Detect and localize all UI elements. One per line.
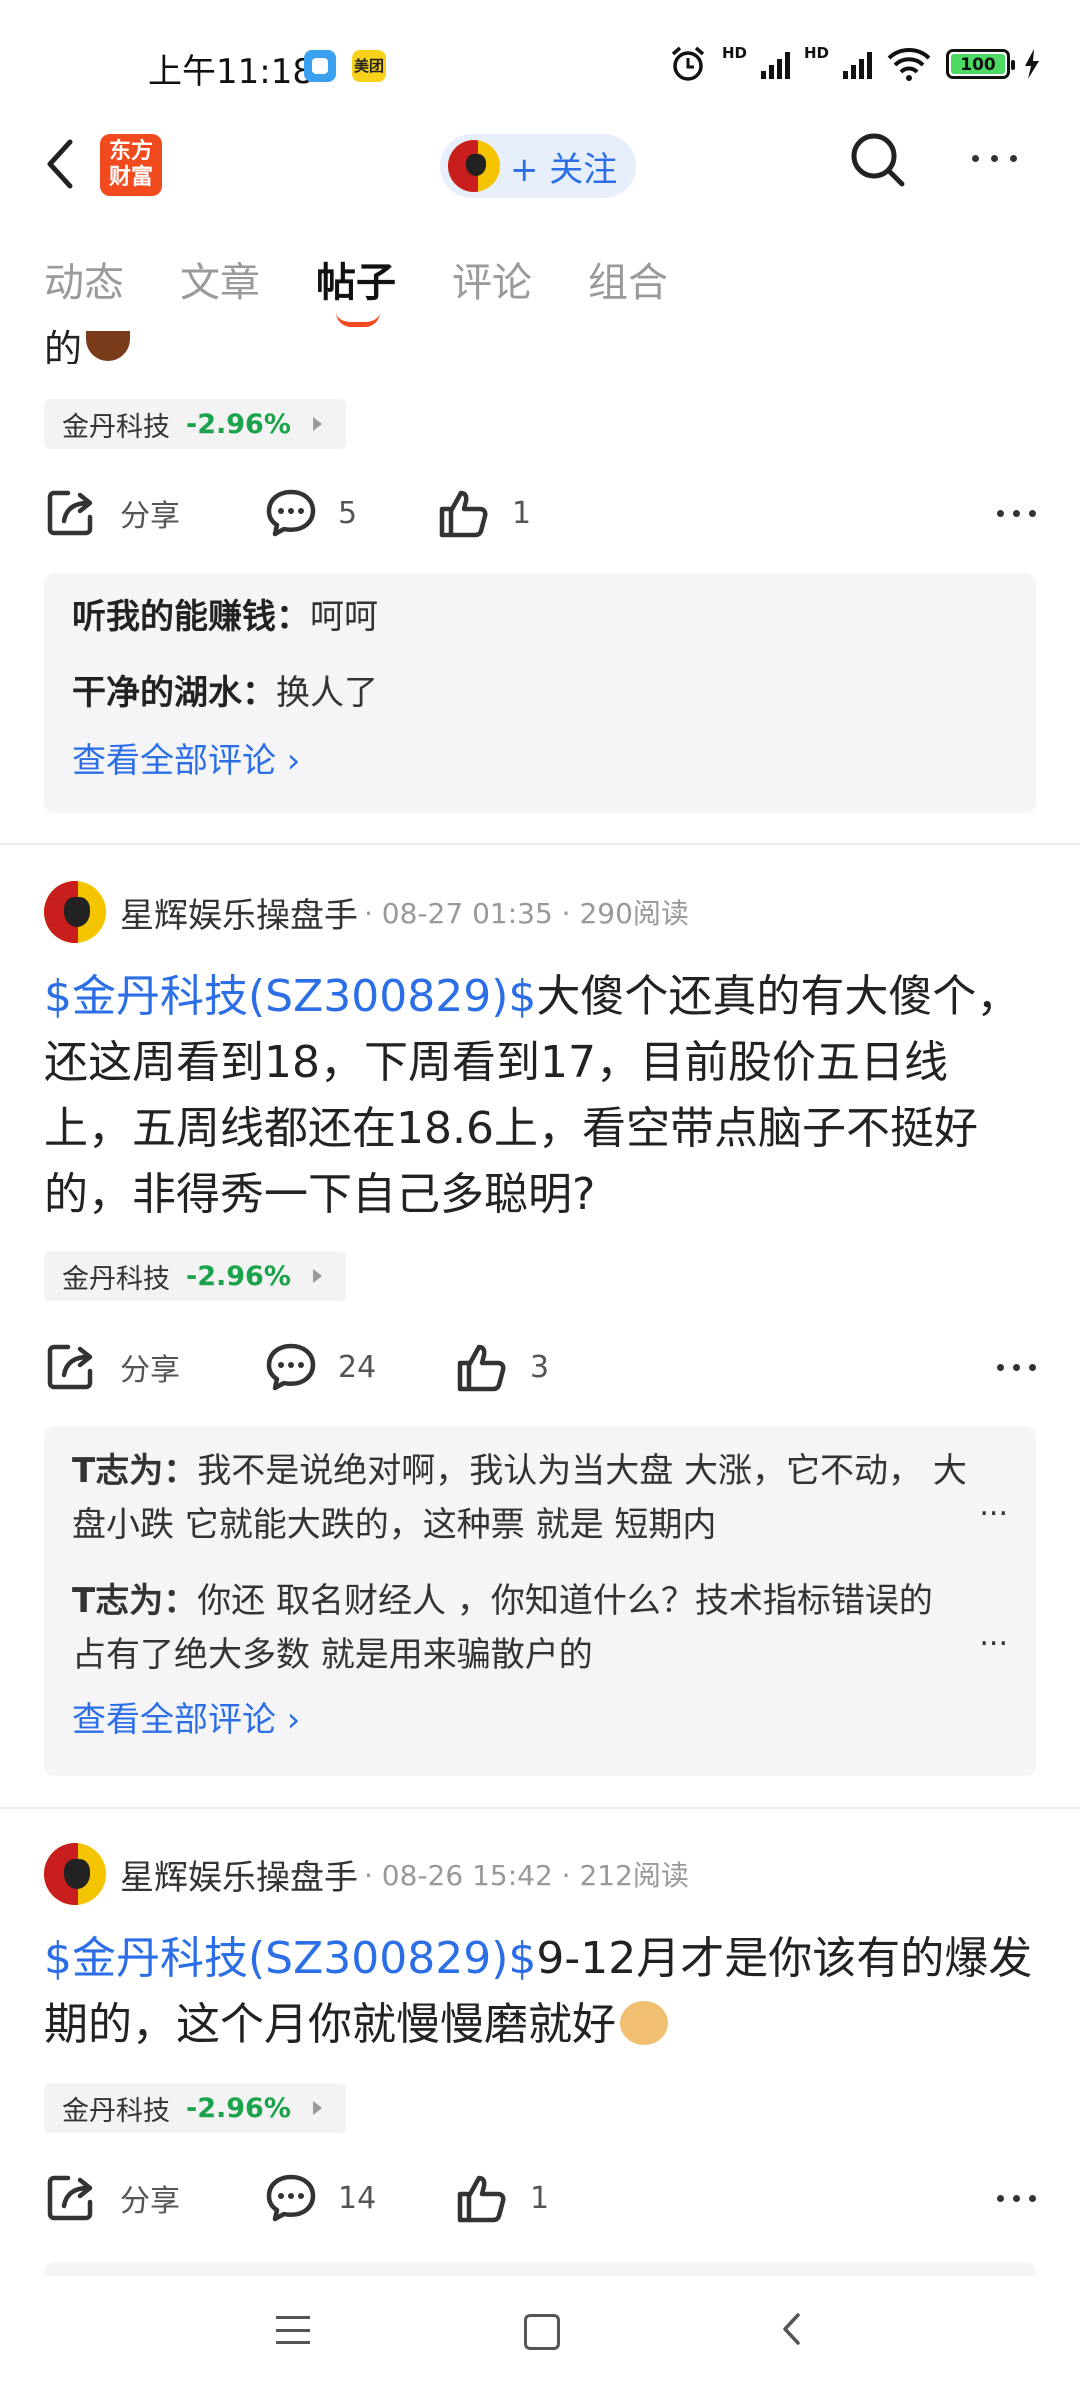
more-options-icon[interactable] xyxy=(972,148,1028,168)
home-icon[interactable] xyxy=(524,2314,560,2350)
user-avatar xyxy=(448,140,500,192)
tab-dynamics[interactable]: 动态 xyxy=(44,250,124,308)
share-button[interactable]: 分享 xyxy=(44,1339,264,1395)
post-more-icon[interactable] xyxy=(997,2194,1036,2202)
search-icon[interactable] xyxy=(848,130,908,190)
tab-comments[interactable]: 评论 xyxy=(452,250,532,308)
comment-item[interactable]: 干净的湖水：换人了 xyxy=(72,667,1008,719)
like-button[interactable]: 1 xyxy=(454,2170,549,2226)
comment-icon xyxy=(266,489,316,537)
stock-tag[interactable]: 金丹科技 -2.96% xyxy=(44,399,346,449)
hd-label-1: HD xyxy=(721,44,747,62)
post-body[interactable]: $金丹科技(SZ300829)$大傻个还真的有大傻个，还这周看到18，下周看到1… xyxy=(44,964,1034,1228)
play-arrow-icon xyxy=(312,417,322,431)
author-name[interactable]: 星辉娱乐操盘手 xyxy=(120,888,358,937)
post-header: 星辉娱乐操盘手 · 08-26 15:42 · 212阅读 xyxy=(44,1842,689,1906)
laughing-emoji-icon xyxy=(86,330,131,361)
profile-tabs: 动态 文章 帖子 评论 组合 xyxy=(44,250,724,308)
wifi-icon xyxy=(887,48,931,81)
thumbs-up-icon xyxy=(457,1344,506,1392)
charging-icon xyxy=(1025,49,1039,79)
comment-preview-edge xyxy=(44,2262,1036,2276)
comment-button[interactable]: 5 xyxy=(264,486,436,540)
post-actions: 分享 5 1 xyxy=(44,478,1044,548)
tab-portfolios[interactable]: 组合 xyxy=(588,250,668,308)
see-all-comments-link[interactable]: 查看全部评论 › xyxy=(72,1690,1008,1750)
alarm-icon xyxy=(671,46,705,81)
stock-symbol-link[interactable]: $金丹科技(SZ300829)$ xyxy=(44,1933,536,1984)
share-icon xyxy=(47,2175,93,2221)
comment-preview: T志为：我不是说绝对啊，我认为当大盘 大涨，它不动， 大盘小跌 它就能大跌的，这… xyxy=(44,1426,1036,1776)
follow-label: + 关注 xyxy=(510,149,618,190)
app-notification-icon xyxy=(304,50,336,82)
post-meta: · 08-26 15:42 · 212阅读 xyxy=(364,1859,689,1892)
post-actions: 分享 24 3 xyxy=(44,1332,1044,1402)
comment-item[interactable]: T志为：你还 取名财经人 ，你知道什么？技术指标错误的 占有了绝大多数 就是用来… xyxy=(72,1574,1008,1682)
battery-icon: 100 xyxy=(946,49,1015,79)
post-actions: 分享 14 1 xyxy=(44,2163,1044,2233)
post-meta: · 08-27 01:35 · 290阅读 xyxy=(364,897,689,930)
share-icon xyxy=(47,1344,93,1390)
share-icon xyxy=(47,490,93,536)
status-icons: HD HD 100 xyxy=(668,44,1040,84)
post-body[interactable]: $金丹科技(SZ300829)$9-12月才是你该有的爆发期的，这个月你就慢慢磨… xyxy=(44,1926,1034,2058)
recent-apps-icon[interactable] xyxy=(276,2316,310,2344)
divider xyxy=(0,1807,1080,1809)
comment-button[interactable]: 14 xyxy=(264,2171,454,2225)
author-name[interactable]: 星辉娱乐操盘手 xyxy=(120,1850,358,1899)
signal-icon-2 xyxy=(843,49,872,79)
nav-back-icon[interactable] xyxy=(780,2312,804,2346)
play-arrow-icon xyxy=(312,1269,322,1283)
thumbs-up-icon xyxy=(439,490,488,538)
thumbs-up-icon xyxy=(457,2175,506,2223)
comment-item[interactable]: T志为：我不是说绝对啊，我认为当大盘 大涨，它不动， 大盘小跌 它就能大跌的，这… xyxy=(72,1444,1008,1552)
play-arrow-icon xyxy=(312,2101,322,2115)
status-bar: 上午11:18 美团 HD HD 100 xyxy=(0,0,1080,130)
comment-ellipsis: ... xyxy=(979,1488,1008,1523)
post-more-icon[interactable] xyxy=(997,1363,1036,1371)
post-more-icon[interactable] xyxy=(997,509,1036,517)
comment-preview: 听我的能赚钱：呵呵 干净的湖水：换人了 查看全部评论 › xyxy=(44,573,1036,813)
back-icon[interactable] xyxy=(40,136,80,192)
author-avatar[interactable] xyxy=(44,881,106,943)
like-button[interactable]: 3 xyxy=(454,1339,549,1395)
comment-ellipsis: ... xyxy=(979,1618,1008,1653)
comment-item[interactable]: 听我的能赚钱：呵呵 xyxy=(72,591,1008,643)
comment-button[interactable]: 24 xyxy=(264,1340,454,1394)
post-header: 星辉娱乐操盘手 · 08-27 01:35 · 290阅读 xyxy=(44,880,689,944)
like-button[interactable]: 1 xyxy=(436,485,531,541)
stock-tag[interactable]: 金丹科技 -2.96% xyxy=(44,1251,346,1301)
hd-label-2: HD xyxy=(803,44,829,62)
active-tab-indicator xyxy=(336,312,380,327)
tab-articles[interactable]: 文章 xyxy=(180,250,260,308)
divider xyxy=(0,843,1080,845)
share-button[interactable]: 分享 xyxy=(44,2170,264,2226)
stock-tag[interactable]: 金丹科技 -2.96% xyxy=(44,2083,346,2133)
comment-icon xyxy=(266,2174,316,2222)
author-avatar[interactable] xyxy=(44,1843,106,1905)
follow-button[interactable]: + 关注 xyxy=(440,134,636,198)
signal-icon-1 xyxy=(760,49,790,79)
tab-posts[interactable]: 帖子 xyxy=(316,250,396,308)
share-button[interactable]: 分享 xyxy=(44,485,264,541)
meituan-notification-icon: 美团 xyxy=(352,50,386,82)
stock-symbol-link[interactable]: $金丹科技(SZ300829)$ xyxy=(44,971,536,1022)
dog-emoji-icon xyxy=(620,2001,668,2045)
status-time: 上午11:18 xyxy=(148,52,314,92)
see-all-comments-link[interactable]: 查看全部评论 › xyxy=(72,731,1008,791)
post-text-partial[interactable]: 的 xyxy=(44,318,131,364)
eastmoney-logo[interactable]: 东方财富 xyxy=(100,134,162,196)
comment-icon xyxy=(266,1343,316,1391)
